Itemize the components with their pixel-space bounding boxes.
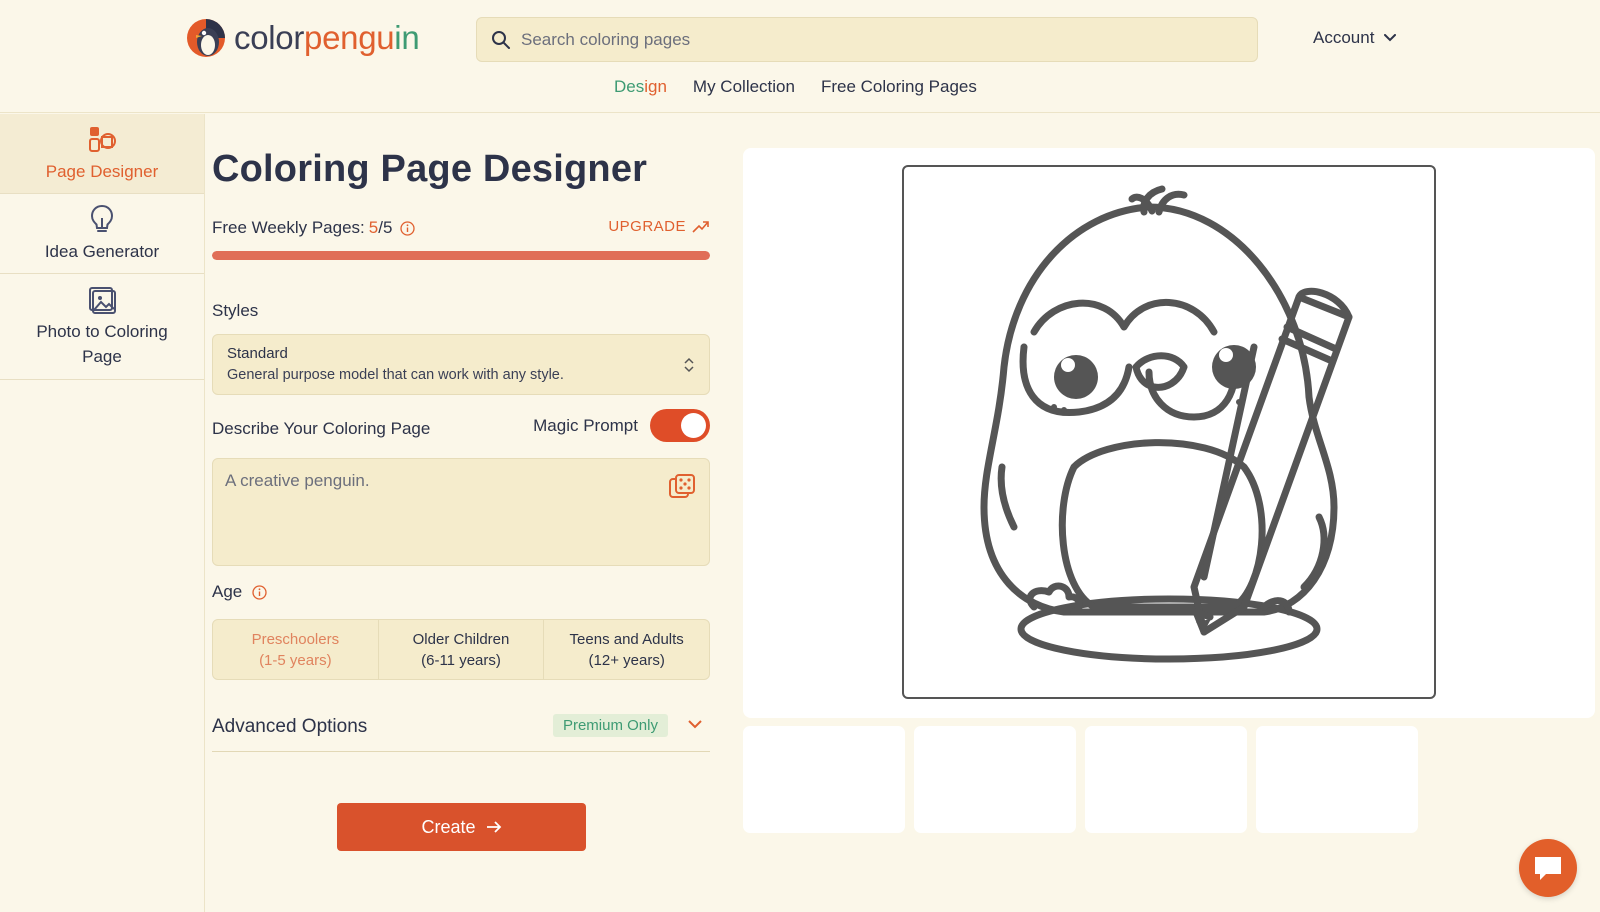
prompt-box [212, 458, 710, 566]
sidebar-item-page-designer[interactable]: Page Designer [0, 114, 204, 194]
thumbnail-slot[interactable] [1256, 726, 1418, 833]
coloring-page-preview[interactable] [902, 165, 1436, 699]
search-input[interactable] [521, 29, 1221, 50]
page-title: Coloring Page Designer [212, 148, 648, 190]
age-option-title: Older Children [412, 630, 510, 648]
sidebar: Page Designer Idea Generator Photo to Co… [0, 114, 205, 912]
create-button[interactable]: Create [337, 803, 586, 851]
advanced-options-label: Advanced Options [212, 715, 368, 737]
age-option-preschoolers[interactable]: Preschoolers (1-5 years) [213, 620, 379, 679]
create-label: Create [421, 816, 476, 837]
nav-design[interactable]: Design [614, 77, 667, 97]
penguin-illustration [980, 185, 1353, 663]
upgrade-link[interactable]: UPGRADE [608, 218, 710, 235]
preview-panel [743, 148, 1595, 718]
age-option-title: Teens and Adults [569, 630, 684, 648]
sidebar-item-photo-to-coloring[interactable]: Photo to Coloring Page [0, 274, 204, 380]
chevron-down-icon [688, 720, 702, 729]
age-option-range: (1-5 years) [259, 651, 332, 669]
age-option-older-children[interactable]: Older Children (6-11 years) [379, 620, 545, 679]
styles-label: Styles [212, 301, 259, 320]
chat-bubble-icon [1535, 857, 1561, 880]
weekly-quota: Free Weekly Pages: 5/5 [212, 218, 416, 238]
upgrade-label: UPGRADE [608, 218, 686, 235]
image-icon [89, 286, 116, 314]
advanced-options-toggle[interactable]: Advanced Options Premium Only [212, 702, 710, 752]
thumbnail-slot[interactable] [914, 726, 1076, 833]
arrow-right-icon [486, 821, 501, 833]
designer-panel: Coloring Page Designer Free Weekly Pages… [212, 114, 710, 912]
search-icon [492, 30, 510, 49]
chevron-up-down-icon [684, 357, 694, 373]
sidebar-item-idea-generator[interactable]: Idea Generator [0, 194, 204, 274]
account-label: Account [1313, 28, 1375, 47]
chevron-down-icon [1384, 34, 1397, 42]
describe-label: Describe Your Coloring Page [212, 419, 431, 438]
quota-progress-bar [212, 251, 710, 260]
age-label-row: Age [212, 582, 267, 602]
sidebar-item-label: Photo to Coloring Page [36, 321, 168, 366]
thumbnail-strip [743, 726, 1418, 833]
style-select[interactable]: Standard General purpose model that can … [212, 334, 710, 395]
search-bar[interactable] [476, 17, 1258, 62]
age-option-range: (6-11 years) [421, 651, 501, 669]
age-option-range: (12+ years) [588, 651, 665, 669]
prompt-textarea[interactable] [225, 471, 645, 551]
thumbnail-slot[interactable] [743, 726, 905, 833]
palette-icon [89, 127, 116, 152]
style-description: General purpose model that can work with… [227, 367, 564, 383]
quota-used: 5 [368, 218, 379, 237]
thumbnail-slot[interactable] [1085, 726, 1247, 833]
age-option-teens-adults[interactable]: Teens and Adults (12+ years) [544, 620, 709, 679]
top-header: colorpenguin Account Design My Collectio… [0, 0, 1600, 113]
chat-button[interactable] [1519, 839, 1577, 897]
age-label: Age [212, 582, 243, 601]
age-option-title: Preschoolers [251, 630, 340, 648]
info-icon[interactable] [400, 220, 416, 236]
toggle-knob [681, 413, 706, 438]
magic-prompt: Magic Prompt [533, 409, 710, 442]
sidebar-item-label: Page Designer [45, 162, 159, 181]
magic-prompt-label: Magic Prompt [533, 415, 638, 435]
sidebar-item-label: Idea Generator [44, 242, 160, 261]
style-name: Standard [227, 345, 288, 362]
magic-prompt-toggle[interactable] [650, 409, 710, 442]
trend-up-icon [692, 220, 709, 233]
age-selector: Preschoolers (1-5 years) Older Children … [212, 619, 710, 680]
logo-wordmark: colorpenguin [234, 19, 420, 56]
dice-icon[interactable] [668, 473, 696, 501]
quota-progress-fill [212, 251, 710, 260]
quota-total: /5 [378, 218, 393, 237]
info-icon[interactable] [252, 584, 267, 600]
nav-my-collection[interactable]: My Collection [693, 77, 795, 97]
lightbulb-icon [90, 204, 114, 232]
logo[interactable]: colorpenguin [186, 18, 420, 58]
quota-label: Free Weekly Pages: [212, 218, 365, 237]
premium-badge: Premium Only [552, 714, 668, 737]
main-nav: Design My Collection Free Coloring Pages [614, 77, 977, 97]
account-menu[interactable]: Account [1313, 28, 1397, 48]
penguin-logo-icon [187, 19, 225, 57]
nav-free-coloring-pages[interactable]: Free Coloring Pages [821, 77, 977, 97]
